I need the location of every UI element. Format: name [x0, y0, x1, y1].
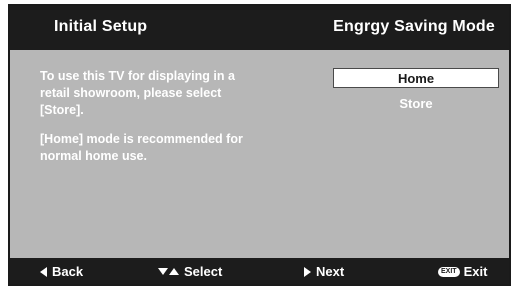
menu-section-title: Engrgy Saving Mode: [333, 18, 495, 35]
footer-exit[interactable]: EXIT Exit: [438, 264, 487, 279]
tv-menu-screen: Initial Setup Engrgy Saving Mode To use …: [8, 4, 511, 286]
menu-title: Initial Setup: [54, 18, 148, 35]
description-paragraph-home: [Home] mode is recommended for normal ho…: [40, 132, 243, 163]
option-home[interactable]: Home: [333, 68, 499, 88]
right-arrow-icon: [304, 266, 311, 277]
footer-next[interactable]: Next: [304, 264, 344, 279]
select-label: Select: [184, 264, 223, 279]
mode-options-list: Home Store: [333, 68, 499, 120]
footer-select[interactable]: Select: [158, 264, 222, 279]
description-paragraph-store: To use this TV for displaying in a retai…: [40, 69, 235, 117]
exit-button-icon: EXIT: [438, 266, 460, 277]
next-label: Next: [316, 264, 345, 279]
up-down-arrows-icon: [158, 268, 179, 275]
menu-header: Initial Setup Engrgy Saving Mode: [10, 6, 509, 50]
option-store[interactable]: Store: [333, 94, 499, 114]
footer-back[interactable]: Back: [40, 264, 83, 279]
left-arrow-icon: [40, 266, 47, 277]
description-text: To use this TV for displaying in a retai…: [40, 68, 245, 177]
footer-hint-bar: Back Select Next EXIT Exit: [10, 258, 509, 284]
back-label: Back: [52, 264, 84, 279]
exit-label: Exit: [463, 264, 488, 279]
